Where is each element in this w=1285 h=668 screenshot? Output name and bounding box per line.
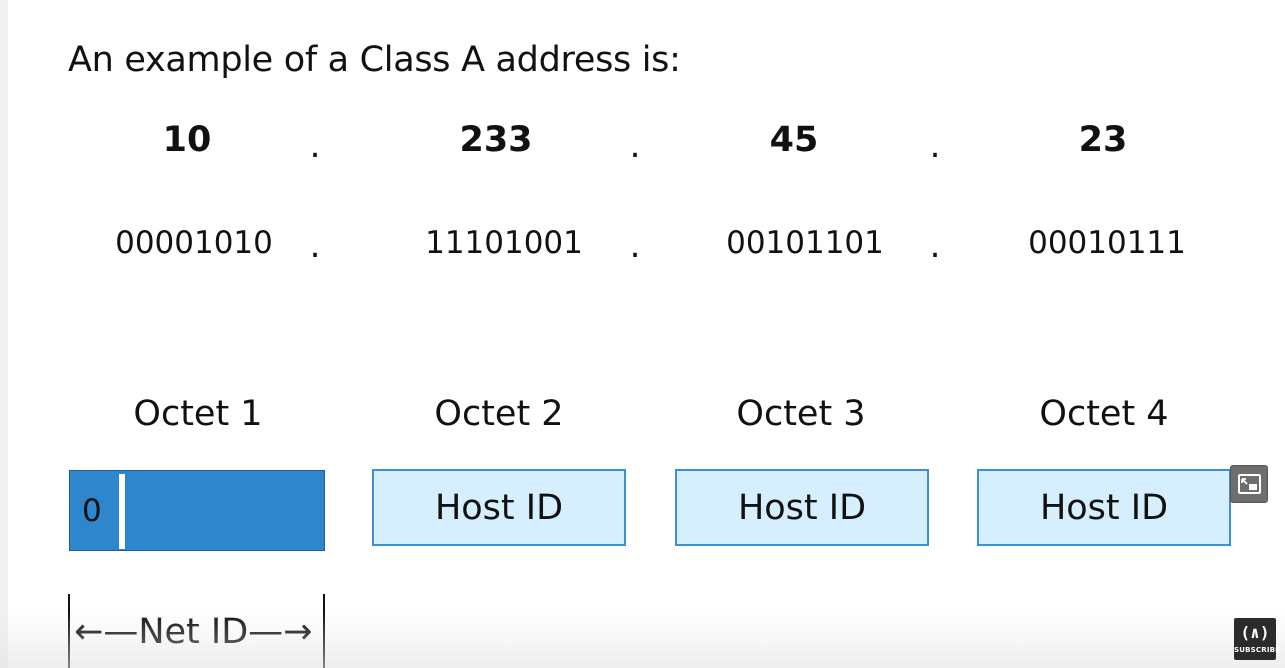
channel-logo-icon: (∧) [1240,623,1270,642]
left-edge [0,0,8,668]
binary-octet-3: 00101101 [726,225,884,261]
net-id-bracket-left [68,594,70,668]
decimal-octet-3: 45 [769,120,819,160]
slide [8,0,1285,668]
host-id-box-2: Host ID [372,469,626,546]
host-id-label: Host ID [1039,487,1169,528]
host-id-box-4: Host ID [977,469,1231,546]
binary-octet-1: 00001010 [115,225,273,261]
picture-in-picture-icon [1238,474,1261,494]
network-bit: 0 [82,493,102,529]
host-id-label: Host ID [737,487,867,528]
host-id-label: Host ID [434,487,564,528]
octet-label-1: Octet 1 [133,394,263,434]
binary-separator: . [309,226,321,266]
net-id-bracket-right [323,594,325,668]
net-id-label: ←—Net ID—→ [74,612,313,652]
octet-label-4: Octet 4 [1039,394,1169,434]
decimal-octet-1: 10 [162,120,212,160]
decimal-separator: . [309,126,321,166]
decimal-separator: . [929,126,941,166]
decimal-octet-2: 233 [459,120,533,160]
octet-label-3: Octet 3 [736,394,866,434]
host-id-box-3: Host ID [675,469,929,546]
decimal-separator: . [629,126,641,166]
octet-label-2: Octet 2 [434,394,564,434]
binary-separator: . [629,226,641,266]
subscribe-label: SUBSCRIBE [1234,646,1281,654]
binary-octet-2: 11101001 [425,225,583,261]
network-octet-box: 0 [69,470,325,551]
picture-in-picture-button[interactable] [1230,465,1268,503]
slide-heading: An example of a Class A address is: [68,40,681,80]
binary-separator: . [929,226,941,266]
binary-octet-4: 00010111 [1028,225,1186,261]
subscribe-watermark[interactable]: (∧) SUBSCRIBE [1234,618,1281,660]
network-bit-divider [119,474,125,549]
decimal-octet-4: 23 [1078,120,1128,160]
